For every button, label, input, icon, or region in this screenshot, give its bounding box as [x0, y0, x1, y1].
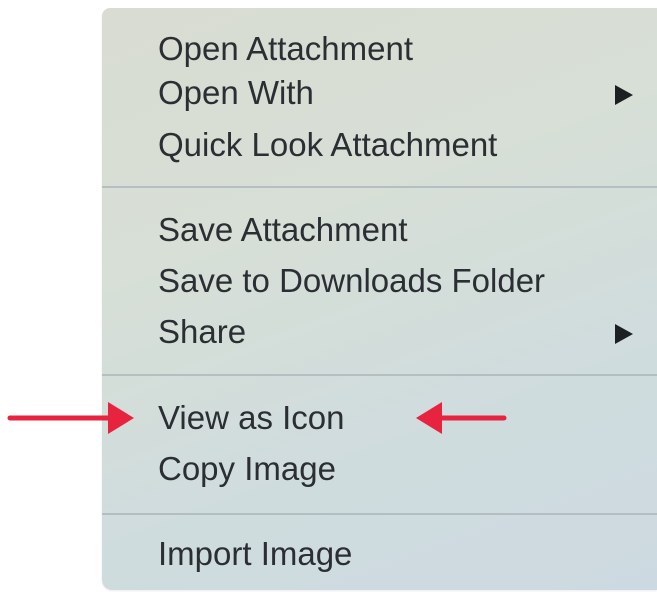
menu-separator	[102, 186, 657, 188]
menu-item-quick-look-attachment[interactable]: Quick Look Attachment	[158, 122, 633, 168]
menu-item-save-attachment[interactable]: Save Attachment	[158, 207, 633, 253]
menu-item-share[interactable]: Share	[158, 309, 633, 355]
menu-item-label: Import Image	[158, 535, 353, 572]
menu-item-view-as-icon[interactable]: View as Icon	[158, 395, 633, 441]
menu-item-import-image[interactable]: Import Image	[158, 531, 633, 577]
right-pointing-arrow-icon	[7, 402, 134, 434]
menu-item-label: Quick Look Attachment	[158, 126, 498, 163]
menu-separator	[102, 513, 657, 515]
submenu-arrow-icon	[615, 324, 633, 344]
menu-item-label: View as Icon	[158, 399, 345, 436]
menu-item-open-with[interactable]: Open With	[158, 70, 633, 116]
menu-item-label: Copy Image	[158, 450, 336, 487]
menu-item-save-to-downloads-folder[interactable]: Save to Downloads Folder	[158, 258, 633, 304]
submenu-arrow-icon	[615, 85, 633, 105]
menu-item-label: Share	[158, 313, 247, 350]
menu-item-open-attachment[interactable]: Open Attachment	[158, 26, 633, 72]
context-menu: Open Attachment Open With Quick Look Att…	[102, 8, 657, 590]
menu-item-label: Save Attachment	[158, 211, 408, 248]
arrow-head	[108, 402, 134, 434]
menu-item-label: Save to Downloads Folder	[158, 262, 546, 299]
left-pointing-arrow-icon	[416, 402, 507, 434]
menu-item-copy-image[interactable]: Copy Image	[158, 446, 633, 492]
menu-separator	[102, 374, 657, 376]
menu-item-label: Open Attachment	[158, 30, 413, 67]
menu-item-label: Open With	[158, 74, 314, 111]
